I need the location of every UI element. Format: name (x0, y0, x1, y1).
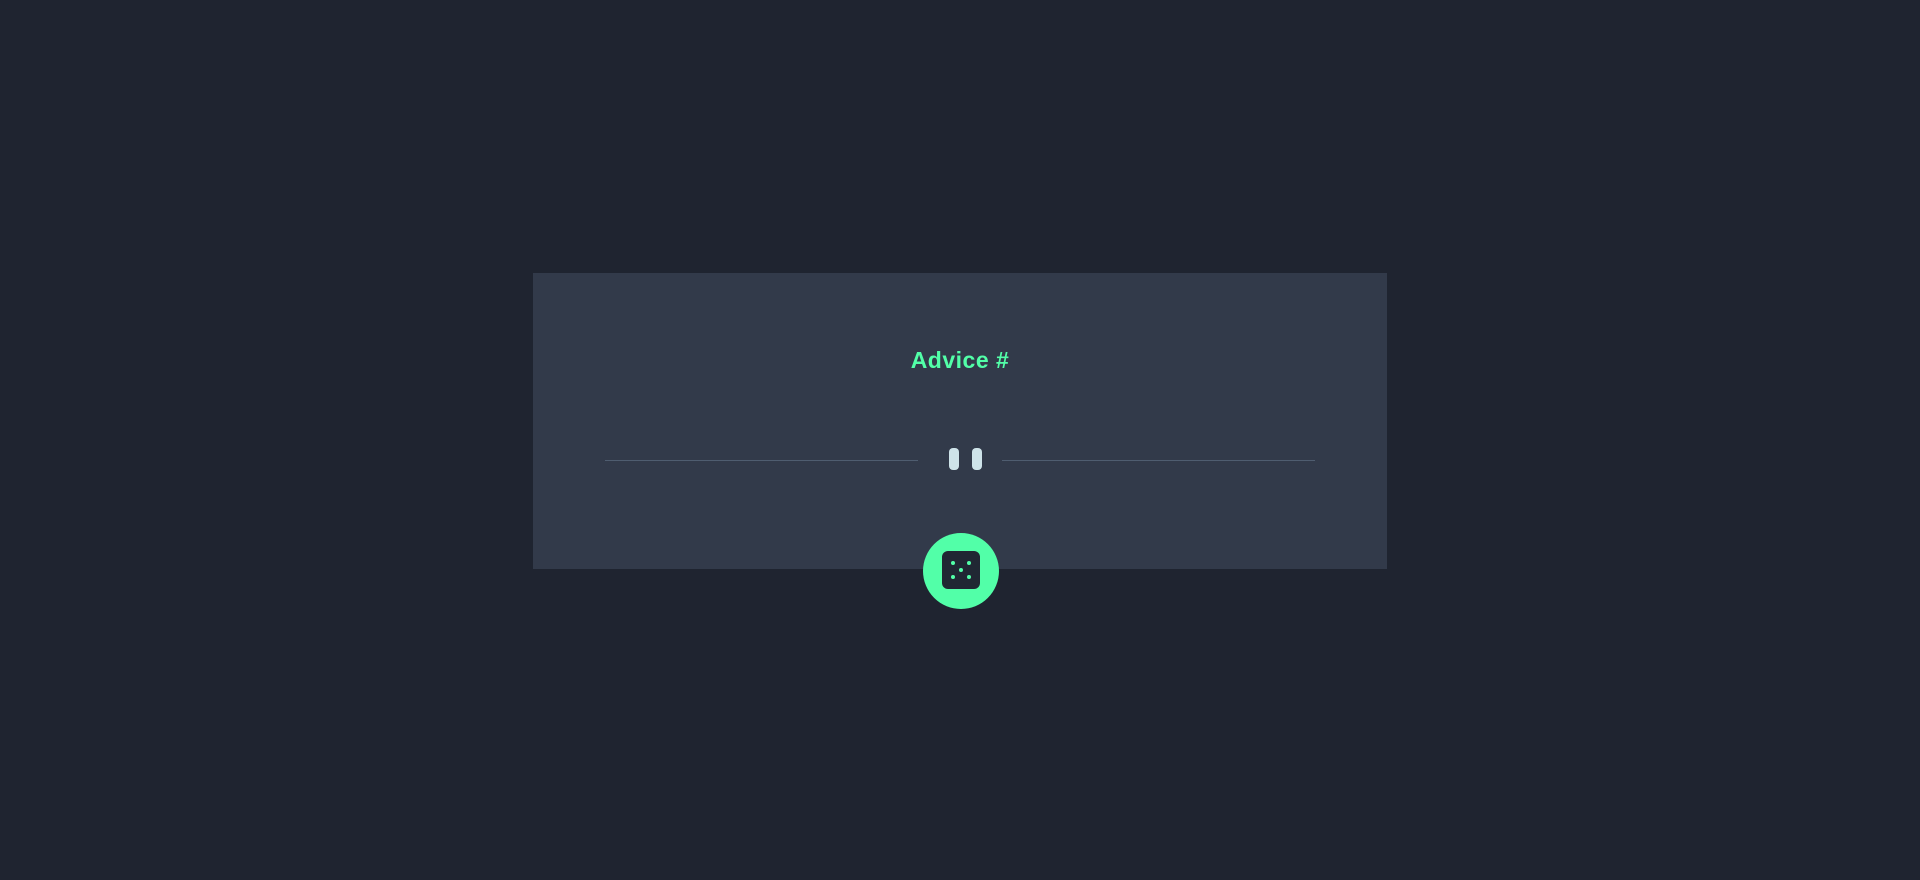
advice-title: Advice # (910, 347, 1010, 373)
pause-bar-left (949, 448, 959, 470)
dice-pip (967, 575, 971, 579)
dice-pip (951, 575, 955, 579)
generate-advice-button[interactable] (923, 533, 999, 609)
divider-line-left (605, 460, 918, 461)
page: Advice # (0, 0, 1920, 880)
pause-icon (944, 448, 982, 472)
divider (605, 446, 1315, 470)
advice-card: Advice # (533, 273, 1387, 569)
dice-pip (959, 568, 963, 572)
dice-pip (967, 561, 971, 565)
dice-icon (942, 551, 980, 589)
pause-bar-right (972, 448, 982, 470)
dice-pip (951, 561, 955, 565)
divider-line-right (1002, 460, 1315, 461)
